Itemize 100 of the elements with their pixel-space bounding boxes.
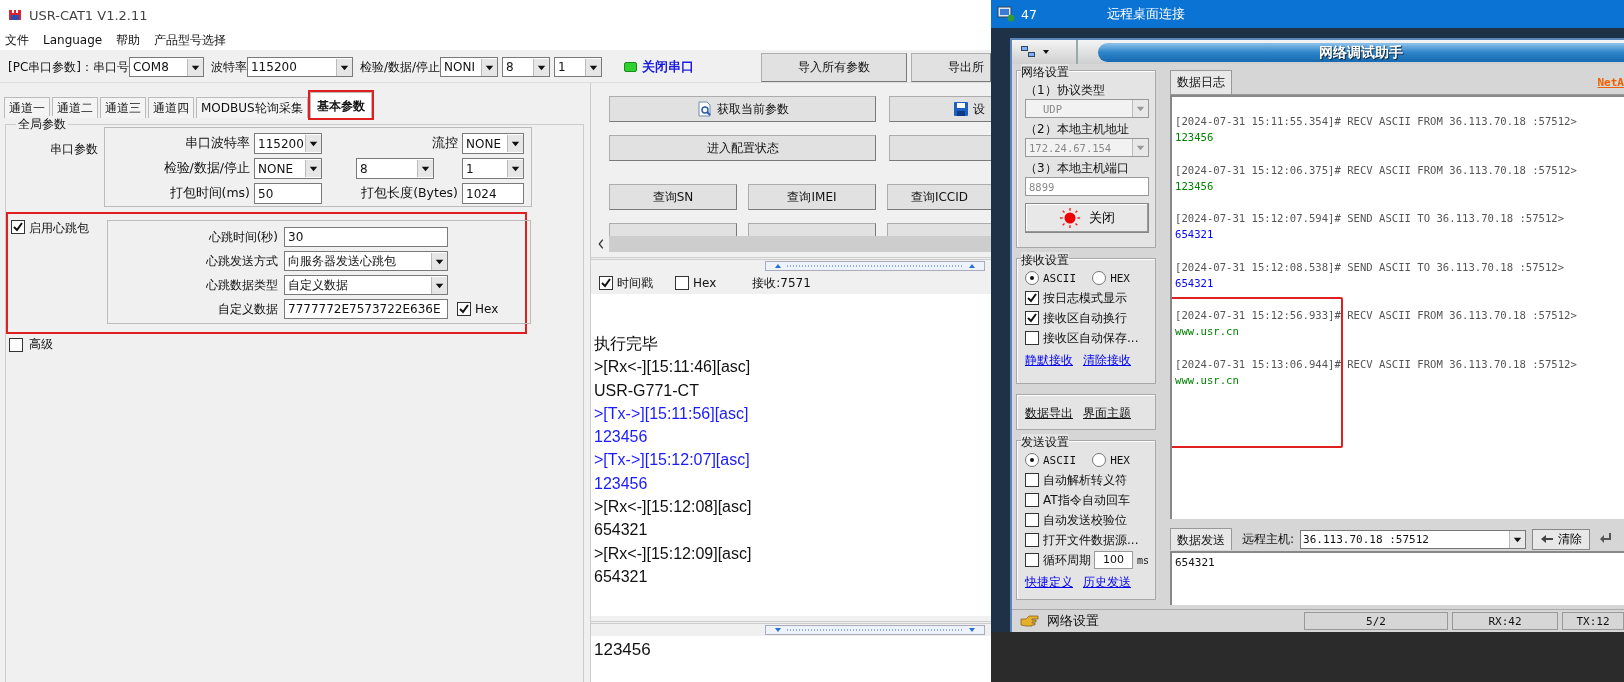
checkbox[interactable]: [457, 302, 471, 316]
log-line: >[Rx<-][15:11:46][asc]: [594, 357, 752, 378]
checkbox[interactable]: [11, 220, 25, 234]
checkbox[interactable]: [1025, 311, 1039, 325]
network-icon: [1020, 45, 1036, 59]
log-header: [2024-07-31 15:11:55.354]# RECV ASCII FROM 36.113.70.18 :57512>: [1175, 114, 1578, 129]
link[interactable]: 界面主题: [1083, 404, 1131, 422]
tab[interactable]: 通道一: [4, 97, 50, 118]
select-field[interactable]: NONE: [254, 158, 322, 179]
checkbox[interactable]: [1025, 493, 1039, 507]
port-field[interactable]: 8899: [1025, 177, 1149, 196]
link[interactable]: 数据导出: [1025, 404, 1073, 422]
log-tab[interactable]: 数据日志: [1170, 70, 1232, 94]
input-field[interactable]: 1024: [462, 183, 524, 204]
log-line: >[Tx->][15:11:56][asc]: [594, 403, 750, 424]
checkbox[interactable]: [599, 276, 613, 290]
send-tab[interactable]: 数据发送: [1170, 528, 1232, 550]
tab[interactable]: 通道三: [100, 97, 146, 118]
log-value: www.usr.cn: [1175, 324, 1240, 339]
group-title: 全局参数: [16, 116, 68, 133]
stop-bits-select[interactable]: 1: [554, 57, 603, 77]
baud-select[interactable]: 115200: [247, 57, 353, 77]
cycle-input[interactable]: 100: [1094, 551, 1133, 569]
log-line: >[Rx<-][15:12:08][asc]: [594, 497, 753, 518]
link[interactable]: 清除接收: [1083, 351, 1131, 369]
close-button[interactable]: 关闭: [1025, 203, 1149, 233]
select-field[interactable]: 8: [356, 158, 434, 179]
input-field[interactable]: 30: [284, 227, 448, 247]
status-cell: TX:12: [1562, 612, 1624, 630]
data-bits-select[interactable]: 8: [502, 57, 551, 77]
action-button[interactable]: 获取当前参数: [609, 96, 876, 122]
checkbox-label: 时间戳: [617, 274, 653, 292]
splitter-handle[interactable]: [765, 261, 985, 271]
menu-item[interactable]: Language: [43, 33, 103, 47]
clear-button[interactable]: 清除: [1532, 528, 1591, 550]
select-field[interactable]: 自定义数据: [284, 275, 448, 295]
send-input[interactable]: 123456: [591, 636, 991, 682]
close-port-button[interactable]: 关闭串口: [642, 58, 695, 76]
log-line: USR-G771-CT: [594, 380, 700, 401]
input-field[interactable]: 7777772E7573722E636E: [284, 299, 448, 319]
link[interactable]: 快捷定义: [1025, 573, 1073, 591]
menu-item[interactable]: 产品型号选择: [154, 31, 227, 49]
parity-select[interactable]: NONI: [440, 57, 499, 77]
tab[interactable]: 通道四: [148, 97, 194, 118]
port-select[interactable]: COM8: [129, 57, 204, 77]
checkbox[interactable]: [1025, 473, 1039, 487]
log-header: [2024-07-31 15:12:56.933]# RECV ASCII FROM 36.113.70.18 :57512>: [1175, 308, 1578, 323]
remote-host-label: 远程主机:: [1242, 530, 1295, 548]
left-arrow-icon: [1540, 534, 1555, 544]
caret-icon: [1042, 49, 1050, 55]
send-textarea[interactable]: 654321: [1170, 551, 1624, 605]
frame-label: 检验/数据/停止: [360, 58, 441, 76]
select-field[interactable]: 115200: [254, 133, 322, 154]
select-field[interactable]: 向服务器发送心跳包: [284, 251, 448, 271]
select-field[interactable]: 1: [462, 158, 524, 179]
link[interactable]: 静默接收: [1025, 351, 1073, 369]
app-title: 网络调试助手: [1319, 43, 1403, 62]
button[interactable]: [889, 135, 991, 161]
input-field[interactable]: 50: [254, 183, 322, 204]
title-text: 47: [1021, 6, 1037, 22]
log-line: >[Tx->][15:12:07][asc]: [594, 450, 751, 471]
checkbox[interactable]: [9, 337, 23, 352]
tab[interactable]: MODBUS轮询采集: [196, 97, 308, 118]
checkbox[interactable]: [1025, 331, 1039, 345]
scroll-left-icon: [596, 237, 606, 251]
pointing-hand-icon: [1020, 614, 1040, 628]
radio-button[interactable]: [1025, 453, 1039, 467]
remote-host-select[interactable]: 36.113.70.18 :57512: [1300, 529, 1527, 549]
checkbox[interactable]: [1025, 533, 1039, 547]
select-field[interactable]: NONE: [462, 133, 524, 154]
radio-button[interactable]: [1092, 271, 1107, 285]
log-value: 654321: [1175, 227, 1215, 242]
horizontal-scrollbar[interactable]: [595, 236, 991, 252]
import-button[interactable]: 导入所有参数: [761, 52, 907, 82]
log-line: 执行完毕: [594, 334, 659, 354]
checkbox[interactable]: [675, 276, 689, 290]
query-button[interactable]: 查询ICCID: [887, 184, 991, 210]
radio-button[interactable]: [1025, 271, 1039, 285]
checkbox[interactable]: [1025, 291, 1039, 305]
app-logo-icon: [8, 8, 22, 22]
port-label: [PC串口参数]：串口号: [8, 58, 129, 76]
log-value: 123456: [1175, 130, 1215, 145]
query-button[interactable]: 查询SN: [609, 184, 737, 210]
menu-item[interactable]: 文件: [5, 31, 29, 49]
field-label: 串口波特率: [184, 135, 250, 152]
action-button[interactable]: 设: [889, 96, 991, 122]
radio-button[interactable]: [1092, 453, 1107, 467]
tab[interactable]: 基本参数: [309, 92, 372, 118]
action-button[interactable]: 进入配置状态: [609, 135, 876, 161]
menu-item[interactable]: 帮助: [116, 31, 141, 49]
checkbox[interactable]: [1025, 553, 1039, 567]
export-button[interactable]: 导出所: [911, 52, 991, 82]
checkbox[interactable]: [1025, 513, 1039, 527]
query-button[interactable]: 查询IMEI: [748, 184, 876, 210]
field-label: 打包长度(Bytes): [360, 185, 458, 202]
link[interactable]: 历史发送: [1083, 573, 1131, 591]
splitter-handle[interactable]: [765, 625, 985, 635]
checkbox-label: 自动解析转义符: [1043, 471, 1127, 489]
tab[interactable]: 通道二: [52, 97, 98, 118]
checkbox-label: 打开文件数据源...: [1043, 531, 1139, 549]
